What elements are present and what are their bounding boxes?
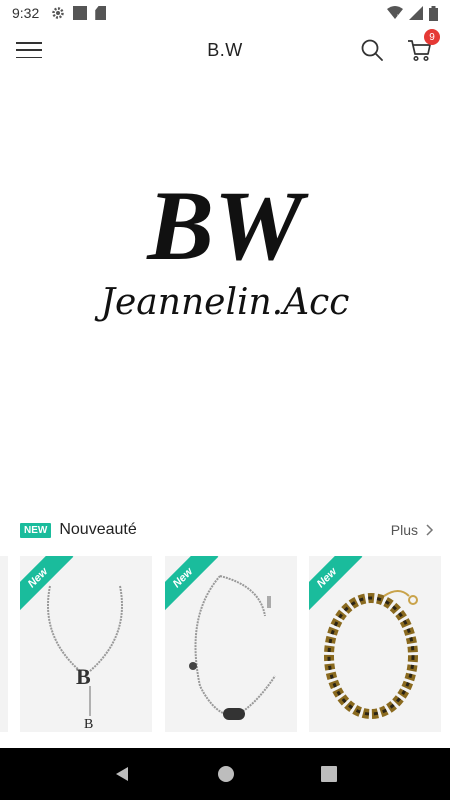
system-nav-bar [0,748,450,800]
new-tag-badge: NEW [20,522,52,538]
svg-text:x: x [397,14,400,20]
more-link[interactable]: Plus [391,522,434,538]
svg-text:B: B [84,717,93,732]
chevron-right-icon [426,524,434,536]
brand-logo: BW Jeannelin.Acc [94,170,350,323]
home-icon[interactable] [217,765,235,783]
signal-icon [409,6,423,20]
section-title: Nouveauté [59,521,137,538]
product-card[interactable]: New [309,556,441,732]
product-card[interactable]: New [165,556,297,732]
logo-primary-text: BW [146,170,309,281]
settings-icon [52,7,64,19]
hero-banner[interactable]: BW Jeannelin.Acc [0,74,450,492]
menu-button[interactable] [16,39,42,61]
more-label: Plus [390,522,418,538]
cart-button[interactable]: 9 [404,29,440,65]
battery-icon [429,5,438,21]
status-bar: 9:32 x [0,0,450,26]
product-card-partial[interactable] [0,556,8,732]
status-right-icons: x [387,5,438,21]
wifi-icon: x [387,6,403,20]
menu-icon-line [16,42,42,44]
product-card[interactable]: B B New [20,556,152,732]
menu-icon-line [16,56,42,58]
status-time: 9:32 [12,5,40,21]
search-icon[interactable] [360,38,384,62]
product-carousel[interactable]: B B New New New [0,556,450,746]
app-actions: 9 [360,29,440,65]
svg-text:B: B [76,664,91,689]
logo-secondary-text: Jeannelin.Acc [94,282,350,323]
sd-card-icon [95,6,107,20]
new-arrivals-header: NEW Nouveauté Plus [0,512,450,548]
notification-square-icon [73,6,88,20]
app-bar: B.W 9 [0,26,450,74]
status-left-icons [51,6,107,20]
recents-icon[interactable] [321,766,337,782]
back-icon[interactable] [113,765,131,783]
cart-count-badge: 9 [424,29,440,45]
menu-icon-line [16,49,42,51]
